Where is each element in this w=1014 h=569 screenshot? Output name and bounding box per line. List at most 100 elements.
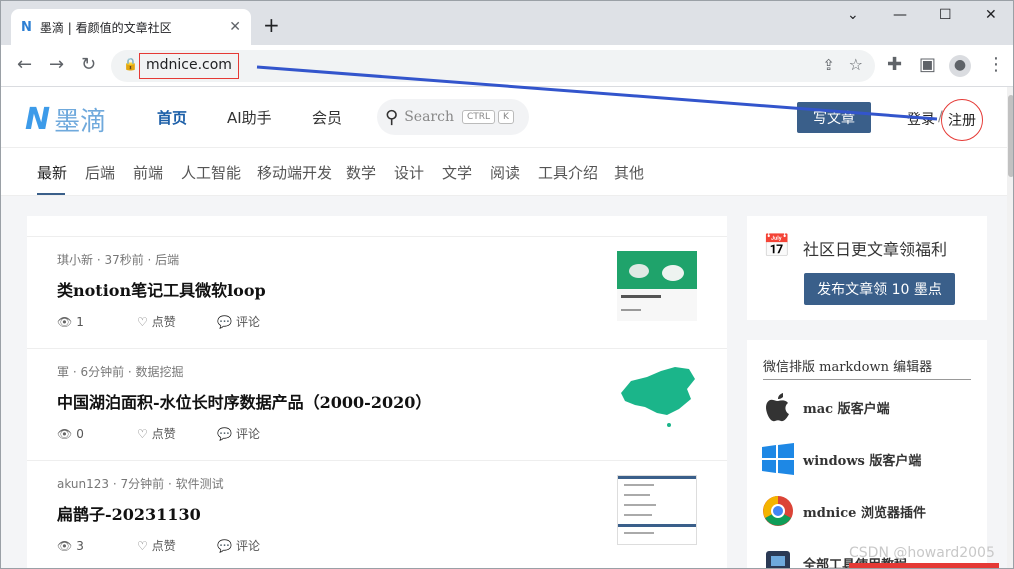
comment-label: 评论 xyxy=(235,539,260,553)
article-thumbnail[interactable] xyxy=(617,475,697,545)
nav-ai-assistant[interactable]: AI助手 xyxy=(227,107,272,128)
category-literature[interactable]: 文学 xyxy=(442,162,472,183)
download-windows[interactable]: windows 版客户端 xyxy=(761,442,921,476)
comment-button[interactable]: 💬 评论 xyxy=(217,537,260,554)
active-category-underline xyxy=(37,193,65,195)
article-title[interactable]: 类notion笔记工具微软loop xyxy=(57,277,266,301)
download-extension-label: mdnice 浏览器插件 xyxy=(803,505,926,521)
article-actions: 👁 1 ♡ 点赞 💬 评论 xyxy=(57,313,260,330)
comment-label: 评论 xyxy=(235,315,260,329)
article-meta: 軍 · 6分钟前 · 数据挖掘 xyxy=(57,365,184,379)
logo-text: 墨滴 xyxy=(54,107,107,137)
nav-home[interactable]: 首页 xyxy=(157,107,187,128)
share-icon[interactable]: ⇪ xyxy=(822,56,835,74)
extensions-icon[interactable]: ✚ xyxy=(887,55,902,75)
search-icon: ⚲ xyxy=(385,106,399,128)
search-box[interactable]: ⚲ Search CTRL K xyxy=(377,99,529,135)
eye-icon: 👁 xyxy=(57,538,73,553)
windows-icon xyxy=(761,442,795,476)
category-design[interactable]: 设计 xyxy=(394,162,424,183)
address-bar[interactable]: 🔒 mdnice.com ⇪ ☆ xyxy=(111,50,875,82)
profile-avatar-icon[interactable]: ● xyxy=(949,55,971,77)
category-frontend[interactable]: 前端 xyxy=(133,162,163,183)
scrollbar-thumb[interactable] xyxy=(1008,95,1013,177)
article-item[interactable]: 琪小新 · 37秒前 · 后端 类notion笔记工具微软loop 👁 1 ♡ 点赞… xyxy=(27,237,727,349)
back-icon[interactable]: ← xyxy=(17,55,32,75)
like-button[interactable]: ♡ 点赞 xyxy=(137,313,217,330)
category-math[interactable]: 数学 xyxy=(346,162,376,183)
like-button[interactable]: ♡ 点赞 xyxy=(137,425,217,442)
tab-search-chevron-icon[interactable]: ⌄ xyxy=(847,7,859,23)
site-header: N 墨滴 首页 AI助手 会员 ⚲ Search CTRL K 写文章 登录 /… xyxy=(1,87,1007,148)
reload-icon[interactable]: ↻ xyxy=(81,55,96,75)
article-title[interactable]: 中国湖泊面积-水位长时序数据产品（2000-2020） xyxy=(57,389,431,413)
views-value: 1 xyxy=(76,314,84,329)
new-tab-icon[interactable]: + xyxy=(263,15,280,35)
maximize-icon[interactable]: ☐ xyxy=(939,7,952,23)
download-windows-label: windows 版客户端 xyxy=(803,453,922,469)
login-link[interactable]: 登录 xyxy=(907,109,935,129)
comment-button[interactable]: 💬 评论 xyxy=(217,425,260,442)
article-feed: 琪小新 · 37秒前 · 后端 类notion笔记工具微软loop 👁 1 ♡ 点赞… xyxy=(27,216,727,568)
shortcut-key-k: K xyxy=(498,110,514,124)
article-thumbnail[interactable] xyxy=(617,363,697,433)
article-actions: 👁 0 ♡ 点赞 💬 评论 xyxy=(57,425,260,442)
close-window-icon[interactable]: ✕ xyxy=(985,7,997,23)
write-article-button[interactable]: 写文章 xyxy=(797,102,871,133)
views-count: 👁 0 xyxy=(57,425,137,442)
category-other[interactable]: 其他 xyxy=(614,162,644,183)
site-favicon-icon: N xyxy=(21,19,32,35)
calendar-icon: 📅 xyxy=(763,234,791,259)
article-actions: 👁 3 ♡ 点赞 💬 评论 xyxy=(57,537,260,554)
publish-article-button[interactable]: 发布文章领 10 墨点 xyxy=(804,273,955,305)
page-scrollbar[interactable] xyxy=(1007,87,1013,568)
eye-icon: 👁 xyxy=(57,426,73,441)
comment-icon: 💬 xyxy=(217,538,232,553)
register-link[interactable]: 注册 xyxy=(941,99,983,141)
heart-icon: ♡ xyxy=(137,426,148,441)
menu-kebab-icon[interactable]: ⋮ xyxy=(987,55,1005,75)
close-tab-icon[interactable]: ✕ xyxy=(229,19,241,35)
comment-label: 评论 xyxy=(235,427,260,441)
nav-membership[interactable]: 会员 xyxy=(312,107,342,128)
views-value: 3 xyxy=(76,538,84,553)
category-backend[interactable]: 后端 xyxy=(85,162,115,183)
like-label: 点赞 xyxy=(151,427,176,441)
category-tools[interactable]: 工具介绍 xyxy=(538,162,598,183)
category-latest[interactable]: 最新 xyxy=(37,162,67,183)
views-value: 0 xyxy=(76,426,84,441)
like-label: 点赞 xyxy=(151,315,176,329)
browser-toolbar: ← → ↻ 🔒 mdnice.com ⇪ ☆ ✚ ▣ ● ⋮ xyxy=(1,45,1013,87)
apple-icon xyxy=(761,390,795,424)
article-item[interactable]: akun123 · 7分钟前 · 软件测试 扁鹊子-20231130 👁 3 ♡ 点… xyxy=(27,461,727,568)
site-logo[interactable]: N 墨滴 xyxy=(25,101,106,138)
minimize-icon[interactable]: — xyxy=(893,7,907,23)
forward-icon[interactable]: → xyxy=(49,55,64,75)
shortcut-key-ctrl: CTRL xyxy=(461,110,496,124)
browser-tab[interactable]: N 墨滴 | 看颜值的文章社区 ✕ xyxy=(11,9,251,45)
download-mac[interactable]: mac 版客户端 xyxy=(761,390,890,424)
article-meta: akun123 · 7分钟前 · 软件测试 xyxy=(57,477,224,491)
article-meta: 琪小新 · 37秒前 · 后端 xyxy=(57,253,180,267)
like-button[interactable]: ♡ 点赞 xyxy=(137,537,217,554)
watermark: CSDN @howard2005 xyxy=(849,545,995,561)
comment-icon: 💬 xyxy=(217,426,232,441)
category-ai[interactable]: 人工智能 xyxy=(181,162,241,183)
eye-icon: 👁 xyxy=(57,314,73,329)
category-reading[interactable]: 阅读 xyxy=(490,162,520,183)
url-text[interactable]: mdnice.com xyxy=(139,53,239,79)
like-label: 点赞 xyxy=(151,539,176,553)
welfare-card: 📅 社区日更文章领福利 发布文章领 10 墨点 xyxy=(747,216,987,320)
welfare-title: 社区日更文章领福利 xyxy=(803,240,948,259)
china-map-thumbnail-image xyxy=(621,367,695,427)
download-browser-extension[interactable]: mdnice 浏览器插件 xyxy=(761,494,926,528)
article-title[interactable]: 扁鹊子-20231130 xyxy=(57,501,201,525)
heart-icon: ♡ xyxy=(137,314,148,329)
page-viewport: N 墨滴 首页 AI助手 会员 ⚲ Search CTRL K 写文章 登录 /… xyxy=(1,87,1007,568)
article-thumbnail[interactable] xyxy=(617,251,697,321)
side-panel-icon[interactable]: ▣ xyxy=(919,55,936,75)
category-mobile[interactable]: 移动端开发 xyxy=(257,162,332,183)
comment-button[interactable]: 💬 评论 xyxy=(217,313,260,330)
article-item[interactable]: 軍 · 6分钟前 · 数据挖掘 中国湖泊面积-水位长时序数据产品（2000-20… xyxy=(27,349,727,461)
bookmark-star-icon[interactable]: ☆ xyxy=(849,55,863,74)
